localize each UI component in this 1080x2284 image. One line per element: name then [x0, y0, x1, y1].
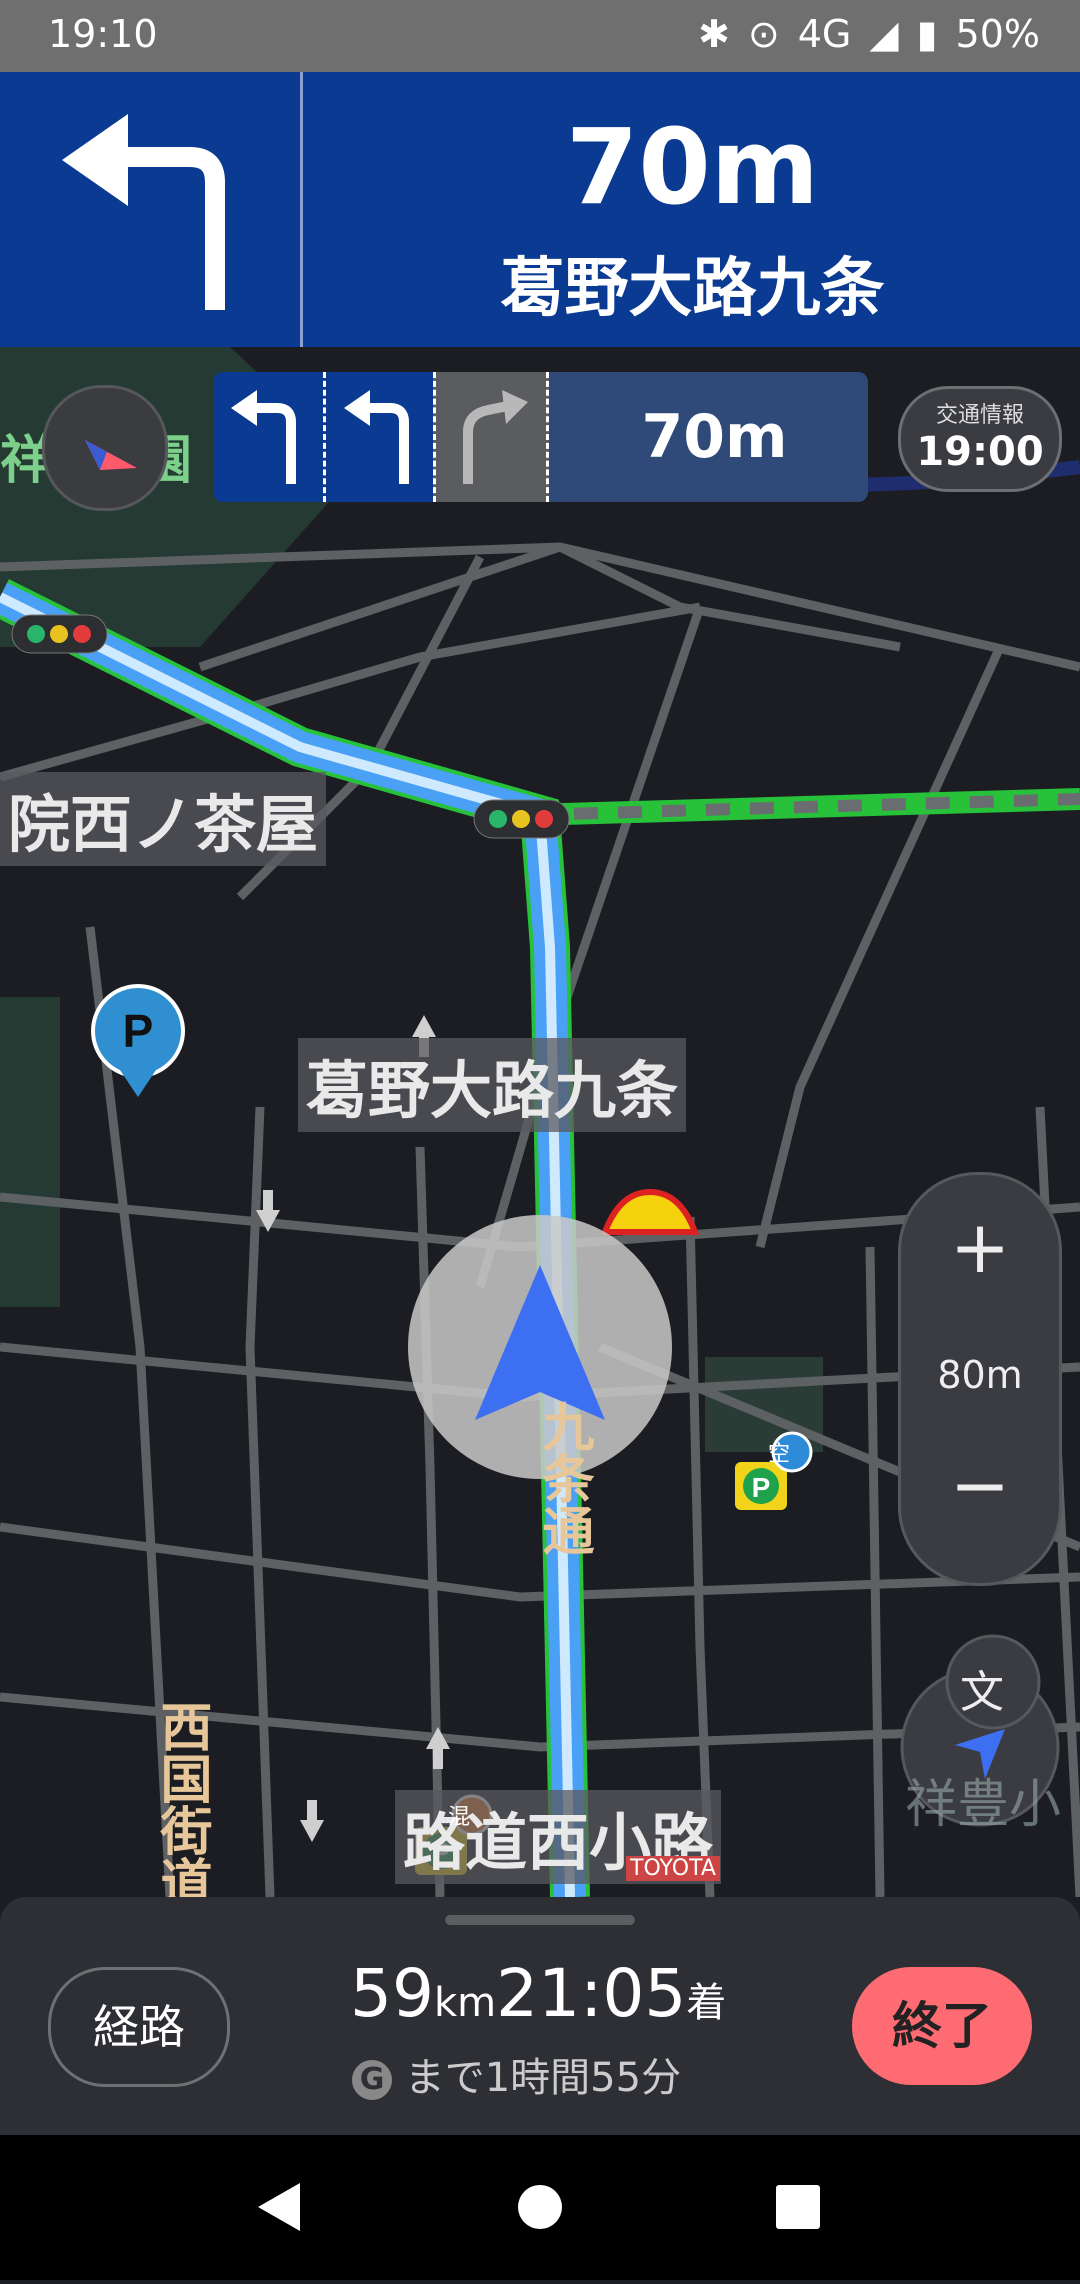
lane-left-2 — [323, 372, 436, 502]
eta-summary: 59km21:05着 — [350, 1955, 750, 2032]
lane-right — [433, 372, 549, 502]
map-label-west-chaya: 院西ノ茶屋 — [0, 772, 327, 866]
traffic-light-2 — [473, 799, 570, 839]
route-button[interactable]: 経路 — [48, 1967, 230, 2087]
distance-value: 59 — [350, 1955, 434, 2032]
map-label-saikoku: 西国街道 — [151, 1700, 211, 1908]
remaining-time: まで1時間55分 — [404, 2055, 682, 2101]
status-icons: ✱ ⊙ 4G ◢ ▮ 50% — [698, 12, 1040, 56]
remaining-time-row: G まで1時間55分 — [352, 2045, 681, 2103]
system-nav-bar — [0, 2135, 1080, 2280]
language-icon[interactable]: 文 — [960, 1656, 1004, 1720]
svg-text:P: P — [123, 1005, 154, 1057]
zoom-out-button[interactable]: − — [901, 1443, 1059, 1543]
google-pin-icon: G — [352, 2060, 392, 2100]
traffic-label: 交通情報 — [935, 403, 1024, 428]
turn-street-name: 葛野大路九条 — [500, 252, 885, 326]
lane-distance: 70m — [641, 402, 788, 472]
traffic-info-button[interactable]: 交通情報 19:00 — [898, 386, 1062, 492]
battery-level: 50% — [955, 12, 1040, 56]
arrival-time: 21:05 — [496, 1955, 687, 2032]
drag-handle[interactable] — [445, 1915, 635, 1925]
compass-icon — [85, 440, 137, 470]
arrival-suffix: 着 — [686, 1980, 727, 2026]
home-icon[interactable] — [518, 2185, 562, 2229]
status-bar: 19:10 ✱ ⊙ 4G ◢ ▮ 50% — [0, 0, 1080, 72]
bluetooth-icon: ✱ — [698, 12, 730, 56]
signal-icon: ◢ — [869, 12, 899, 56]
network-type: 4G — [797, 12, 852, 56]
trip-panel: 経路 59km21:05着 G まで1時間55分 終了 — [0, 1897, 1080, 2135]
zoom-scale: 80m — [937, 1353, 1023, 1397]
map-label-kujo-dori: 九条通 — [533, 1400, 593, 1556]
map-label-right: 祥豊小 — [905, 1775, 1062, 1835]
end-label: 終了 — [892, 1997, 992, 2055]
turn-arrow-panel — [0, 72, 303, 347]
lane-guidance: 70m — [213, 372, 868, 502]
lane-left-icon — [344, 390, 409, 484]
map-label-kadono: 葛野大路九条 — [298, 1038, 687, 1132]
status-time: 19:10 — [48, 12, 158, 56]
battery-icon: ▮ — [916, 12, 938, 56]
end-navigation-button[interactable]: 終了 — [852, 1967, 1032, 2085]
recents-icon[interactable] — [776, 2185, 820, 2229]
lane-right-icon — [463, 390, 528, 484]
location-icon: ⊙ — [747, 12, 780, 56]
compass-button[interactable] — [42, 385, 168, 511]
traffic-time: 19:00 — [916, 429, 1044, 475]
lane-left-1 — [213, 372, 323, 502]
turn-left-icon — [62, 114, 225, 310]
poi-badge-hybrid: 混 — [448, 1805, 471, 1830]
map-label-toyota: TOYOTA — [626, 1856, 720, 1881]
park-area-2 — [0, 997, 60, 1307]
back-icon[interactable] — [258, 2183, 300, 2231]
distance-unit: km — [433, 1980, 497, 2026]
poi-badge-vacant: 空 — [768, 1442, 791, 1467]
svg-text:P: P — [752, 1472, 771, 1503]
zoom-in-button[interactable]: + — [901, 1205, 1059, 1305]
lane-left-icon — [231, 390, 296, 484]
turn-distance: 70m — [565, 106, 820, 228]
traffic-light-1 — [11, 614, 108, 654]
zoom-control: + 80m − — [898, 1172, 1062, 1586]
turn-banner[interactable]: 70m 葛野大路九条 — [0, 72, 1080, 347]
